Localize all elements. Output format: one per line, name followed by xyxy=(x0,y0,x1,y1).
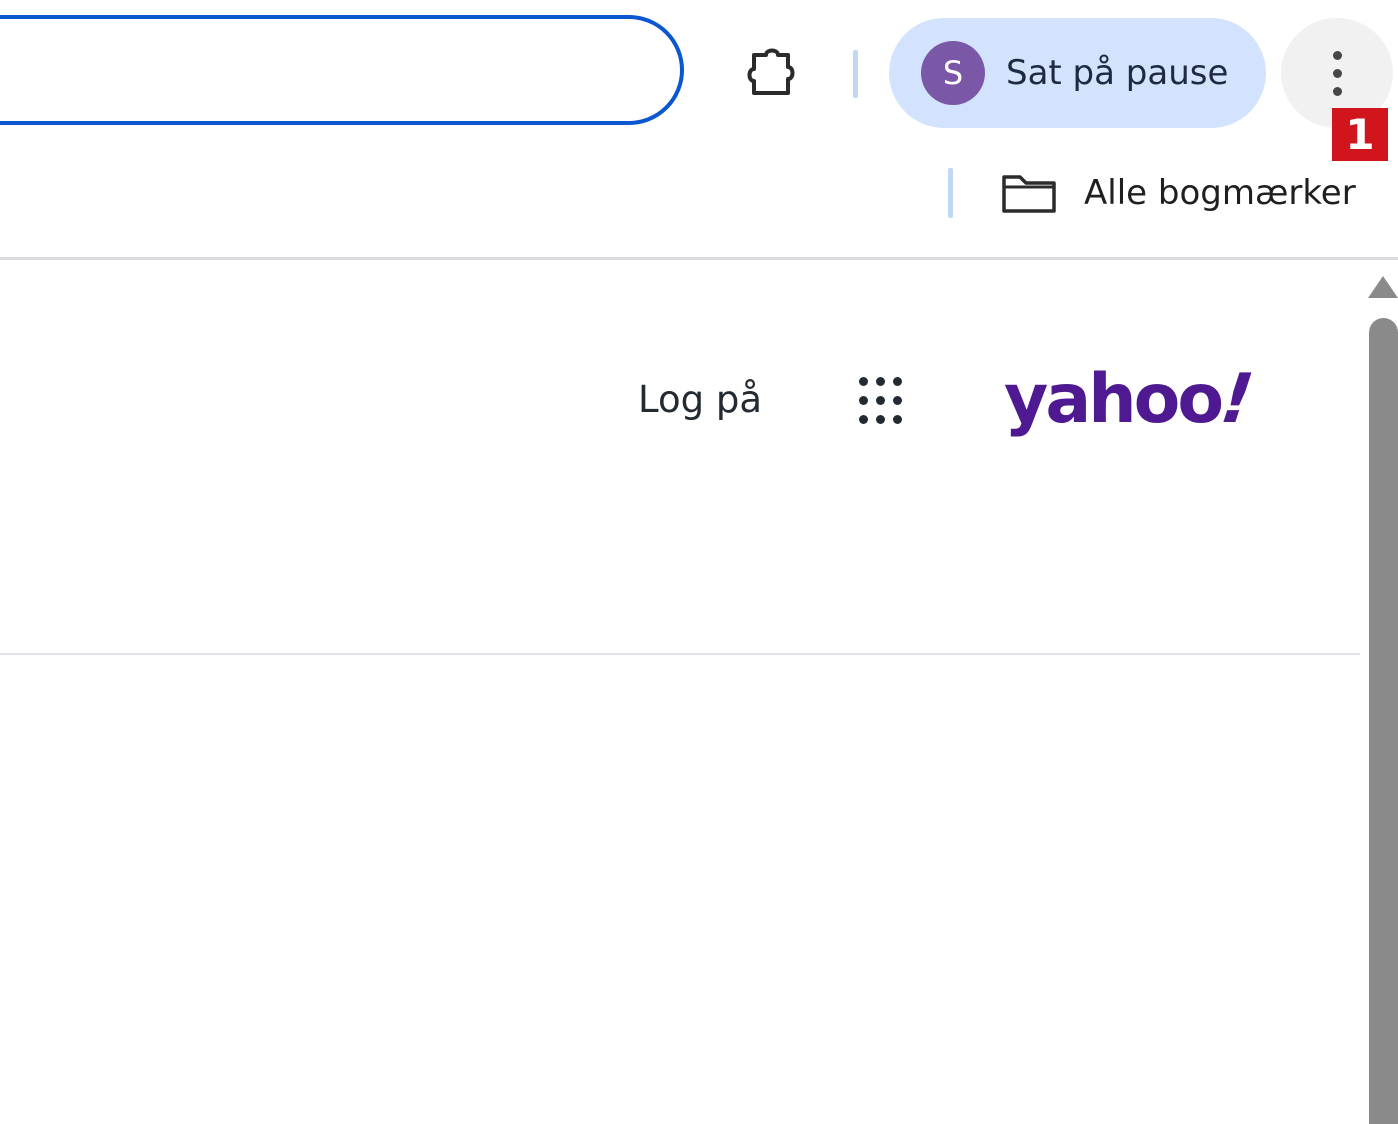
bookmarks-separator xyxy=(948,168,953,218)
scrollbar-thumb[interactable] xyxy=(1369,318,1398,1124)
toolbar-separator xyxy=(853,50,858,98)
profile-status-label: Sat på pause xyxy=(1006,53,1229,93)
browser-window: S Sat på pause 1 Alle bogmærker Log på y… xyxy=(0,0,1398,1124)
folder-icon xyxy=(1002,175,1056,213)
toolbar-divider xyxy=(0,257,1398,260)
all-bookmarks-button[interactable]: Alle bogmærker xyxy=(1000,165,1356,221)
puzzle-piece-icon xyxy=(747,48,795,95)
sign-in-link[interactable]: Log på xyxy=(638,372,762,428)
scroll-up-arrow[interactable] xyxy=(1368,276,1398,298)
header-divider xyxy=(0,653,1360,655)
apps-grid-button[interactable] xyxy=(852,370,914,432)
yahoo-logo[interactable]: yahoo! xyxy=(1004,352,1262,448)
extensions-button[interactable] xyxy=(734,38,810,108)
logo-text: yahoo xyxy=(1004,360,1224,439)
marker-badge: 1 xyxy=(1332,108,1388,161)
all-bookmarks-label: Alle bogmærker xyxy=(1084,173,1356,213)
address-bar[interactable] xyxy=(0,15,684,125)
avatar: S xyxy=(921,41,985,105)
profile-button[interactable]: S Sat på pause xyxy=(889,18,1266,128)
